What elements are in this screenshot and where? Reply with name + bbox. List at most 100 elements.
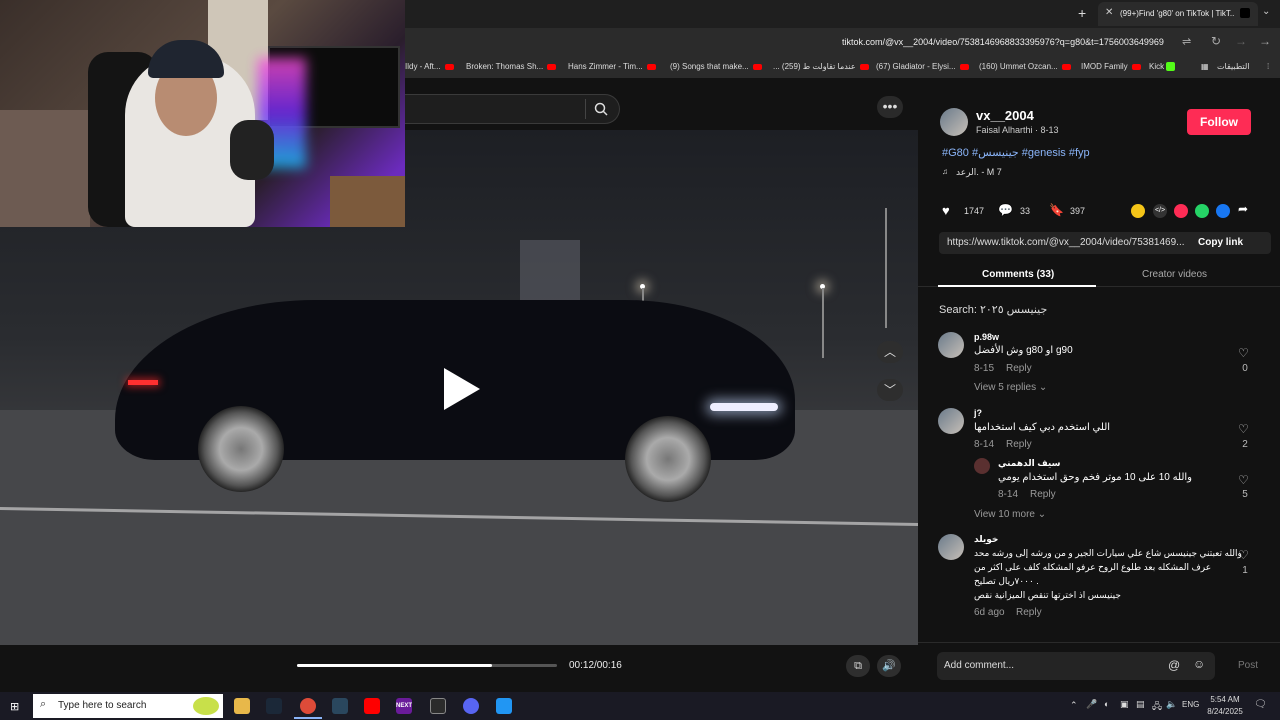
bookmark-item[interactable]: ... عندما تقاولت ط (259) xyxy=(773,62,869,71)
volume-icon[interactable]: 🔊 xyxy=(877,655,901,677)
comment-user[interactable]: خويلد xyxy=(974,534,998,545)
view-replies[interactable]: View 5 replies ⌄ xyxy=(974,382,1047,393)
file-explorer-icon[interactable] xyxy=(234,698,250,714)
comment-like-icon[interactable]: ♡ xyxy=(1238,346,1249,360)
bookmark-icon[interactable]: 🔖 xyxy=(1049,203,1064,217)
search-input[interactable] xyxy=(405,94,620,124)
author-display: Faisal Alharthi · 8-13 xyxy=(976,125,1059,135)
next-app-icon[interactable]: NEXT xyxy=(396,698,412,714)
search-highlight-icon xyxy=(193,697,219,715)
tray-app-icon[interactable]: ▣ xyxy=(1120,699,1129,710)
steam-icon[interactable] xyxy=(266,698,282,714)
mini-player-icon[interactable]: ⧉ xyxy=(846,655,870,677)
search-icon[interactable] xyxy=(594,102,608,116)
like-heart-icon[interactable]: ♥ xyxy=(942,203,950,218)
comment-input[interactable]: Add comment... @ ☺ xyxy=(937,652,1215,680)
emoji-icon[interactable]: ☺ xyxy=(1193,657,1205,671)
comment-like-icon[interactable]: ♡ xyxy=(1238,422,1249,436)
forward-icon[interactable]: → xyxy=(1235,34,1247,48)
author-avatar[interactable] xyxy=(940,108,968,136)
bookmark-item[interactable]: (9) Songs that make... xyxy=(670,62,762,71)
bookmark-item[interactable]: (160) Ummet Ozcan... xyxy=(979,62,1071,71)
comment-user[interactable]: سيف الدهمني xyxy=(998,458,1060,469)
bookmark-item-apps[interactable]: التطبيقات xyxy=(1217,62,1249,71)
post-button[interactable]: Post xyxy=(1238,660,1258,671)
music-title[interactable]: الرعد. - M 7 xyxy=(956,167,1002,178)
steam-client-icon[interactable] xyxy=(332,698,348,714)
url-text[interactable]: tiktok.com/@vx__2004/video/7538146968833… xyxy=(842,37,1164,47)
notepad-icon[interactable] xyxy=(496,698,512,714)
speaker-icon[interactable]: 🔈 xyxy=(1166,699,1177,710)
taskbar-search[interactable]: ⌕ Type here to search xyxy=(33,694,223,718)
discord-icon[interactable] xyxy=(463,698,479,714)
comment-reply[interactable]: Reply xyxy=(1016,607,1042,618)
comment-avatar[interactable] xyxy=(938,332,964,358)
active-tab[interactable]: ✕ (99+)Find 'g80' on TikTok | TikT... xyxy=(1098,2,1258,26)
comment-avatar[interactable] xyxy=(938,408,964,434)
comment-user[interactable]: j? xyxy=(974,408,982,418)
view-more-replies[interactable]: View 10 more ⌄ xyxy=(974,509,1046,520)
comment-reply[interactable]: Reply xyxy=(1006,363,1032,374)
tab-comments[interactable]: Comments (33) xyxy=(982,269,1054,280)
search-hint[interactable]: Search: جينيسس ٢٠٢٥ xyxy=(939,303,1047,316)
follow-button[interactable]: Follow xyxy=(1187,109,1251,135)
previous-video-button[interactable]: ︿ xyxy=(877,341,903,363)
comment-like-icon[interactable]: ♡ xyxy=(1238,473,1249,487)
hashtags[interactable]: #G80 #جينيسس #genesis #fyp xyxy=(942,146,1090,159)
embed-code-icon[interactable]: </> xyxy=(1153,204,1167,218)
play-icon[interactable] xyxy=(444,368,480,410)
comment-avatar[interactable] xyxy=(938,534,964,560)
clock-date[interactable]: 8/24/2025 xyxy=(1204,707,1246,716)
more-options-icon[interactable]: ••• xyxy=(877,96,903,118)
chrome-icon[interactable] xyxy=(300,698,316,714)
comment-user[interactable]: p.98w xyxy=(974,332,999,342)
emoji-share-icon[interactable] xyxy=(1131,204,1145,218)
apps-grid-icon[interactable]: ▦ xyxy=(1201,62,1209,71)
send-icon[interactable] xyxy=(1174,204,1188,218)
comment-like-icon[interactable]: ♡ xyxy=(1238,548,1249,562)
facebook-icon[interactable] xyxy=(1216,204,1230,218)
youtube-icon[interactable] xyxy=(364,698,380,714)
whatsapp-icon[interactable] xyxy=(1195,204,1209,218)
notification-icon[interactable]: 🗨 xyxy=(1254,699,1267,710)
tab-close-icon[interactable]: ✕ xyxy=(1105,7,1113,18)
tray-overflow-icon[interactable]: ⌃ xyxy=(1070,700,1078,711)
comment-reply[interactable]: Reply xyxy=(1030,489,1056,500)
bookmark-item[interactable]: Broken: Thomas Sh... xyxy=(466,62,557,71)
mic-icon[interactable]: 🎤 xyxy=(1086,699,1097,710)
progress-track[interactable] xyxy=(297,664,557,667)
next-video-button[interactable]: ﹀ xyxy=(877,379,903,401)
tray-app-icon[interactable]: ◐ xyxy=(1104,699,1109,709)
youtube-icon xyxy=(444,63,454,70)
post-link[interactable]: https://www.tiktok.com/@vx__2004/video/7… xyxy=(947,237,1187,248)
bookmarks-overflow-icon[interactable]: ⁞ xyxy=(1267,62,1269,71)
clock-time[interactable]: 5:54 AM xyxy=(1206,695,1244,704)
share-arrow-icon[interactable]: ➦ xyxy=(1238,202,1248,216)
bookmark-item[interactable]: Ildy - Aft... xyxy=(405,62,454,71)
bookmark-item[interactable]: Kick xyxy=(1149,62,1176,72)
reply-avatar[interactable] xyxy=(974,458,990,474)
network-icon[interactable]: 🖧 xyxy=(1152,699,1162,715)
tab-search-chevron-icon[interactable]: ⌄ xyxy=(1262,6,1270,17)
youtube-icon xyxy=(646,63,656,70)
active-app-indicator xyxy=(294,717,322,719)
bookmark-item[interactable]: Hans Zimmer - Tim... xyxy=(568,62,656,71)
youtube-icon xyxy=(859,63,869,70)
tune-icon[interactable]: ⇌ xyxy=(1182,35,1191,48)
windows-start-icon[interactable]: ⊞ xyxy=(10,700,19,713)
language-indicator[interactable]: ENG xyxy=(1182,700,1199,709)
author-username[interactable]: vx__2004 xyxy=(976,108,1034,123)
tab-creator-videos[interactable]: Creator videos xyxy=(1142,269,1207,280)
comment-bubble-icon[interactable]: 💬 xyxy=(998,203,1013,217)
tray-app-icon[interactable]: ▤ xyxy=(1136,699,1145,710)
mention-icon[interactable]: @ xyxy=(1168,658,1180,672)
car-taillight xyxy=(128,380,158,385)
copy-link-button[interactable]: Copy link xyxy=(1198,237,1243,248)
back-icon[interactable]: → xyxy=(1259,34,1271,48)
bookmark-item[interactable]: IMOD Family xyxy=(1081,62,1141,71)
xbox-icon[interactable] xyxy=(430,698,446,714)
new-tab-button[interactable]: + xyxy=(1078,5,1086,21)
reload-icon[interactable]: ↻ xyxy=(1211,34,1221,48)
comment-reply[interactable]: Reply xyxy=(1006,439,1032,450)
bookmark-item[interactable]: (67) Gladiator - Elysi... xyxy=(876,62,969,71)
